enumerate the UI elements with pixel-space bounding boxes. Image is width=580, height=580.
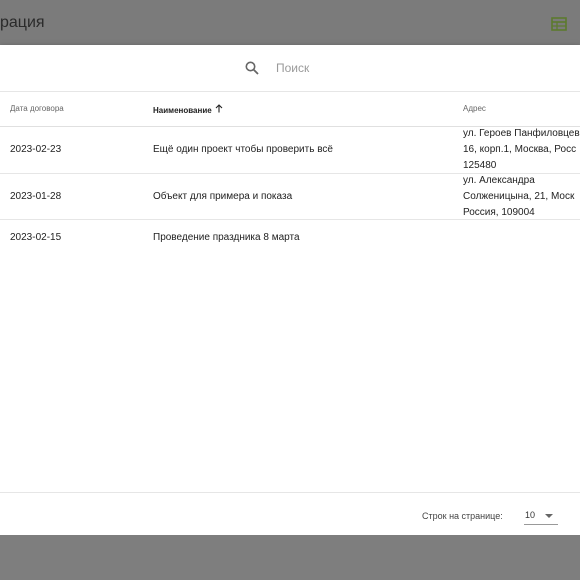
table-row[interactable]: 2023-02-23 Ещё один проект чтобы провери… bbox=[0, 127, 580, 174]
table-view-icon[interactable] bbox=[551, 17, 567, 31]
cell-name: Объект для примера и показа bbox=[153, 191, 293, 202]
caret-down-icon bbox=[545, 514, 553, 518]
column-header-name[interactable]: Наименование bbox=[153, 104, 223, 115]
address-line: 16, корп.1, Москва, Росс bbox=[463, 144, 577, 155]
address-line: 125480 bbox=[463, 160, 497, 171]
search-input[interactable] bbox=[268, 55, 580, 81]
table-row[interactable]: 2023-02-15 Проведение праздника 8 марта bbox=[0, 220, 580, 256]
address-line: ул. Александра bbox=[463, 175, 535, 186]
search-bar bbox=[0, 45, 580, 92]
cell-name: Ещё один проект чтобы проверить всё bbox=[153, 144, 333, 155]
cell-date: 2023-02-23 bbox=[10, 144, 62, 155]
overlay-backdrop bbox=[0, 535, 580, 580]
address-line: Россия, 109004 bbox=[463, 207, 535, 218]
rows-per-page-label: Строк на странице: bbox=[422, 511, 503, 521]
table-header: Дата договора Наименование Адрес bbox=[0, 91, 580, 127]
column-header-name-label: Наименование bbox=[153, 106, 212, 115]
table-row[interactable]: 2023-01-28 Объект для примера и показа у… bbox=[0, 174, 580, 220]
table-pagination: Строк на странице: 10 bbox=[0, 492, 580, 536]
rows-per-page-select[interactable]: 10 bbox=[524, 506, 558, 525]
address-line: ул. Героев Панфиловцев bbox=[463, 128, 580, 139]
cell-name: Проведение праздника 8 марта bbox=[153, 232, 300, 243]
app-header: рация bbox=[0, 0, 580, 45]
rows-per-page-value: 10 bbox=[525, 510, 536, 520]
cell-address: ул. Александра Солженицына, 21, Моск Рос… bbox=[463, 173, 580, 221]
search-icon bbox=[245, 61, 259, 75]
address-line: Солженицына, 21, Моск bbox=[463, 191, 575, 202]
arrow-up-icon bbox=[215, 104, 223, 115]
column-header-address[interactable]: Адрес bbox=[463, 104, 486, 113]
page-title: рация bbox=[0, 14, 45, 31]
cell-address: ул. Героев Панфиловцев 16, корп.1, Москв… bbox=[463, 126, 580, 174]
table-panel: Дата договора Наименование Адрес 2023-02… bbox=[0, 45, 580, 535]
cell-date: 2023-02-15 bbox=[10, 232, 62, 243]
cell-date: 2023-01-28 bbox=[10, 191, 62, 202]
column-header-contract-date[interactable]: Дата договора bbox=[10, 104, 64, 113]
